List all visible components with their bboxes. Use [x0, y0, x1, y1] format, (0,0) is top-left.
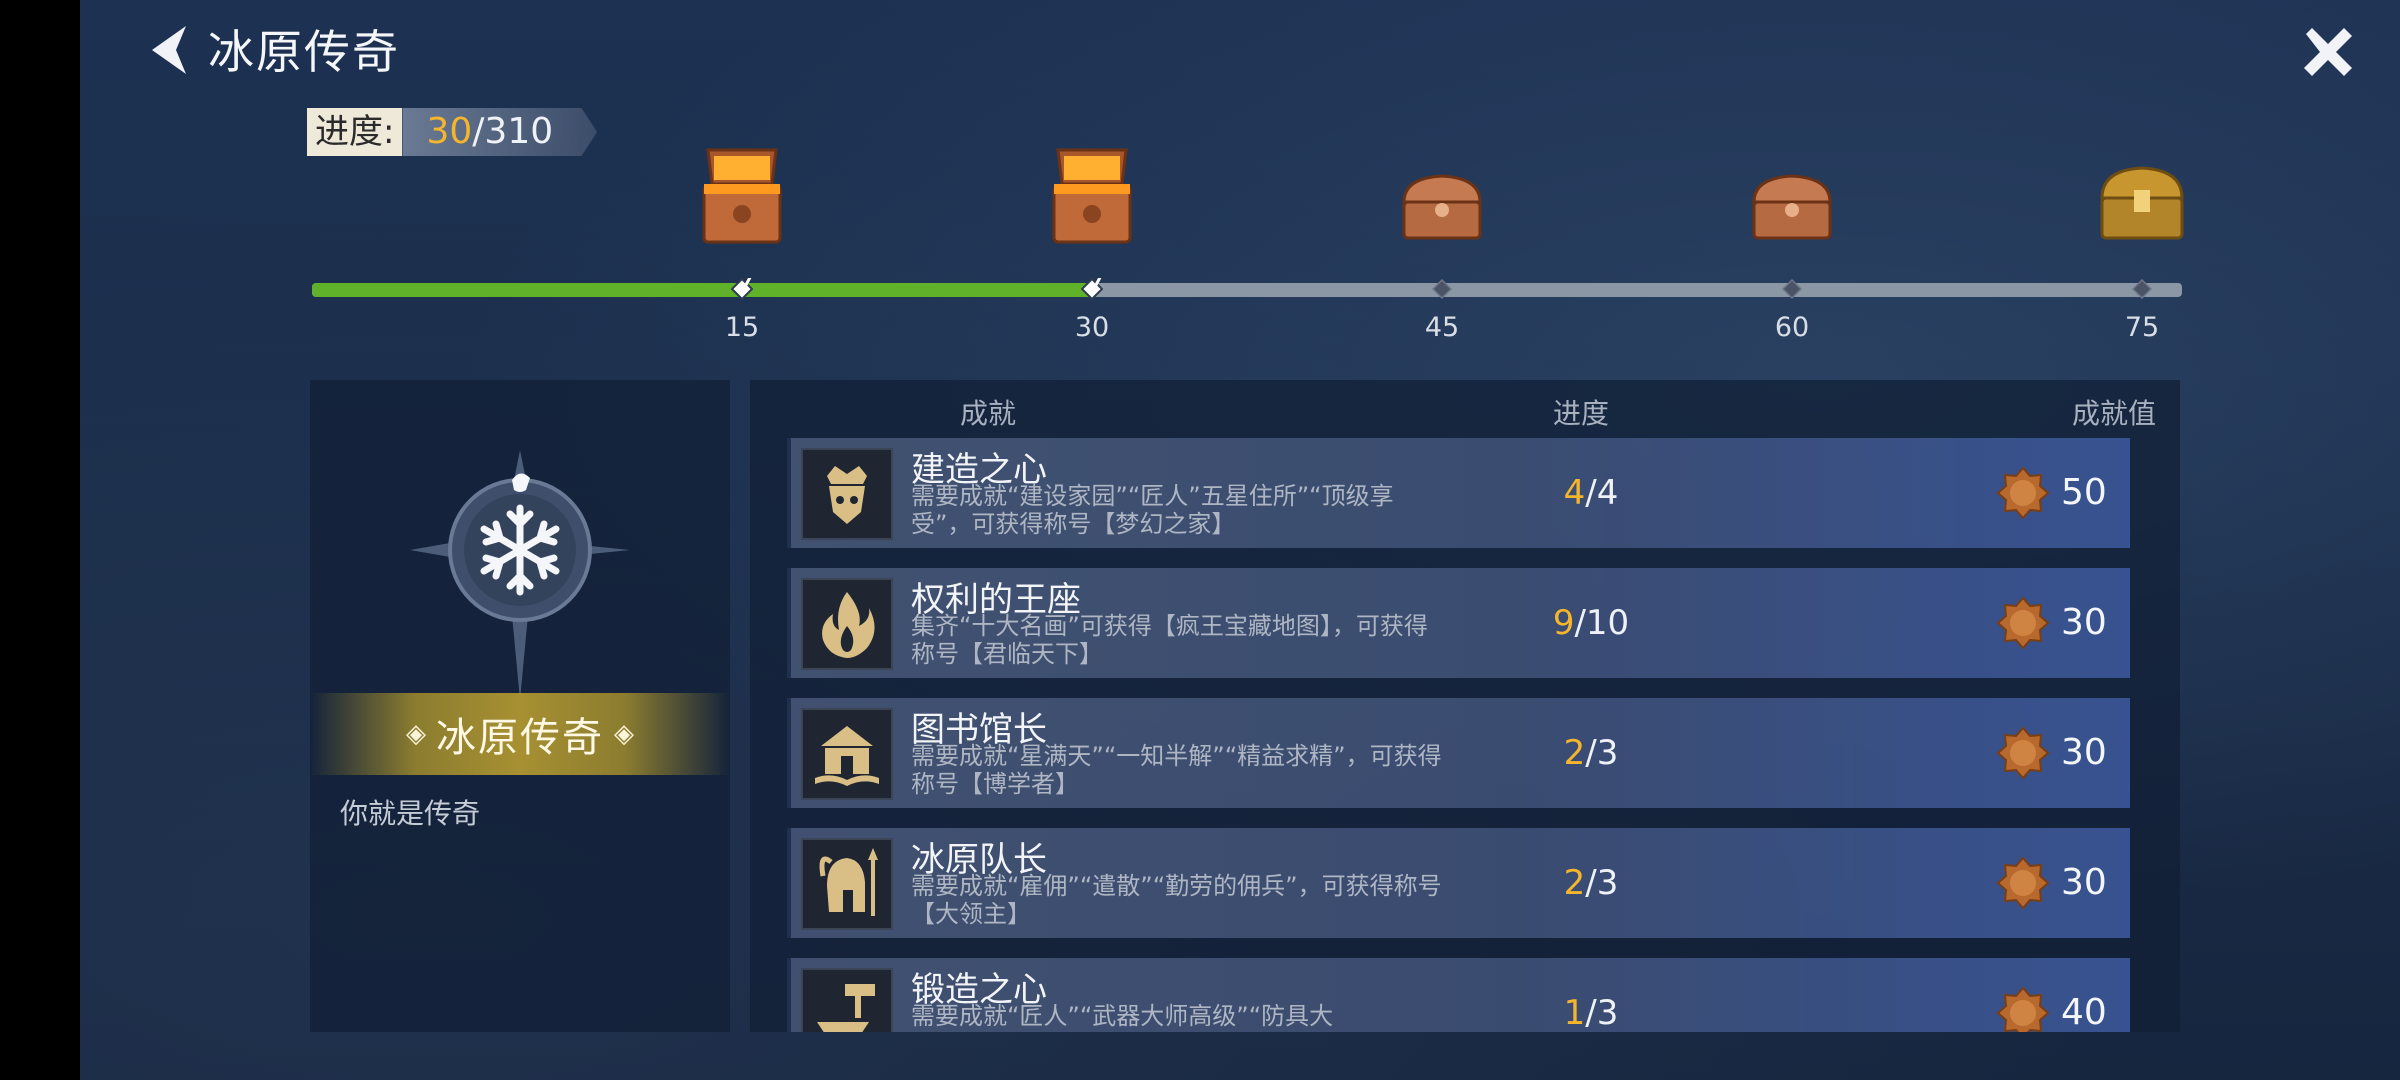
progress-have: 1	[1563, 993, 1586, 1032]
achievement-medal-icon	[1996, 986, 2050, 1032]
reward-progress-track	[312, 283, 2182, 297]
achievement-screen: 冰原传奇 进度: 30/310 15 30 45 60 75 ◈ 冰原传奇 ◈ …	[80, 0, 2400, 1080]
column-header-achievement: 成就	[960, 397, 1017, 430]
achievement-progress: 2/3	[1511, 698, 1671, 808]
progress-counter: 进度: 30/310	[307, 107, 598, 157]
achievement-list-panel[interactable]: 成就 进度 成就值 建造之心 需要成就“建设家园”“匠人”五星住所”“顶级享受”，…	[750, 380, 2180, 1032]
back-button[interactable]	[140, 20, 200, 80]
achievement-description: 需要成就“匠人”“武器大师高级”“防具大	[911, 1002, 1334, 1030]
progress-have: 2	[1563, 733, 1586, 773]
achievement-row[interactable]: 权利的王座 集齐“十大名画”可获得【疯王宝藏地图】，可获得称号【君临天下】 9/10…	[787, 568, 2130, 678]
progress-need: /3	[1585, 993, 1619, 1032]
column-header-progress: 进度	[1553, 397, 1610, 430]
progress-current: 30	[426, 111, 473, 152]
milestone-label: 45	[1424, 312, 1460, 343]
progress-have: 4	[1563, 473, 1586, 513]
achievement-medal-icon	[1996, 466, 2050, 520]
progress-have: 2	[1563, 863, 1586, 903]
back-arrow-icon	[152, 26, 186, 74]
achievement-progress: 1/3	[1511, 958, 1671, 1032]
achievement-medal-icon	[1996, 856, 2050, 910]
crowned-shield-icon	[801, 448, 893, 540]
close-button[interactable]	[2296, 20, 2360, 84]
achievement-points: 30	[2061, 732, 2107, 773]
achievement-medal-icon	[1996, 596, 2050, 650]
achievement-description: 需要成就“建设家园”“匠人”五星住所”“顶级享受”，可获得称号【梦幻之家】	[911, 482, 1394, 538]
progress-need: /3	[1585, 733, 1619, 773]
flame-icon	[801, 578, 893, 670]
diamond-ornament-icon: ◈	[406, 719, 426, 749]
progress-have: 9	[1552, 603, 1575, 643]
treasure-chest-icon[interactable]	[1044, 140, 1140, 250]
achievement-progress: 4/4	[1511, 438, 1671, 548]
achievement-description: 需要成就“星满天”“一知半解”“精益求精”，可获得称号【博学者】	[911, 742, 1442, 798]
milestone-check-icon	[1081, 278, 1103, 300]
achievement-points: 50	[2061, 472, 2107, 513]
spartan-helmet-icon	[801, 838, 893, 930]
progress-value: 30/310	[402, 108, 598, 156]
achievement-description: 集齐“十大名画”可获得【疯王宝藏地图】，可获得称号【君临天下】	[911, 612, 1428, 668]
milestone-check-icon	[731, 278, 753, 300]
category-banner: ◈ 冰原传奇 ◈	[310, 693, 730, 775]
achievement-points: 40	[2061, 992, 2107, 1032]
treasure-chest-icon[interactable]	[1394, 140, 1490, 250]
treasure-chest-icon[interactable]	[1744, 140, 1840, 250]
achievement-medal-icon	[1996, 726, 2050, 780]
achievement-row[interactable]: 冰原队长 需要成就“雇佣”“遣散”“勤劳的佣兵”，可获得称号【大领主】 2/3 30	[787, 828, 2130, 938]
treasure-chest-icon[interactable]	[2094, 140, 2190, 250]
achievement-progress: 9/10	[1511, 568, 1671, 678]
progress-need: /4	[1585, 473, 1619, 513]
milestone-label: 30	[1074, 312, 1110, 343]
page-title: 冰原传奇	[208, 25, 400, 79]
milestone-diamond-icon	[1781, 278, 1803, 300]
progress-total: /310	[472, 111, 554, 152]
milestone-label: 60	[1774, 312, 1810, 343]
progress-need: /3	[1585, 863, 1619, 903]
achievement-row[interactable]: 图书馆长 需要成就“星满天”“一知半解”“精益求精”，可获得称号【博学者】 2/3 3…	[787, 698, 2130, 808]
milestone-diamond-icon	[1431, 278, 1453, 300]
library-icon	[801, 708, 893, 800]
achievement-progress: 2/3	[1511, 828, 1671, 938]
achievement-points: 30	[2061, 602, 2107, 643]
achievement-points: 30	[2061, 862, 2107, 903]
category-name: 冰原传奇	[436, 715, 604, 761]
milestone-label: 15	[724, 312, 760, 343]
diamond-ornament-icon: ◈	[614, 719, 634, 749]
achievement-description: 需要成就“雇佣”“遣散”“勤劳的佣兵”，可获得称号【大领主】	[911, 872, 1442, 928]
progress-need: /10	[1574, 603, 1630, 643]
achievement-row[interactable]: 建造之心 需要成就“建设家园”“匠人”五星住所”“顶级享受”，可获得称号【梦幻之家…	[787, 438, 2130, 548]
achievement-row[interactable]: 锻造之心 需要成就“匠人”“武器大师高级”“防具大 1/3 40	[787, 958, 2130, 1032]
category-panel: ◈ 冰原传奇 ◈ 你就是传奇	[310, 380, 730, 1032]
milestone-label: 75	[2124, 312, 2160, 343]
close-icon	[2304, 28, 2352, 76]
category-description: 你就是传奇	[340, 797, 481, 830]
anvil-hammer-icon	[801, 968, 893, 1032]
progress-key: 进度:	[307, 108, 403, 156]
snowflake-compass-emblem-icon	[410, 450, 630, 700]
milestone-diamond-icon	[2131, 278, 2153, 300]
treasure-chest-icon[interactable]	[694, 140, 790, 250]
reward-progress-fill	[312, 283, 1092, 297]
column-header-points: 成就值	[2072, 397, 2157, 430]
